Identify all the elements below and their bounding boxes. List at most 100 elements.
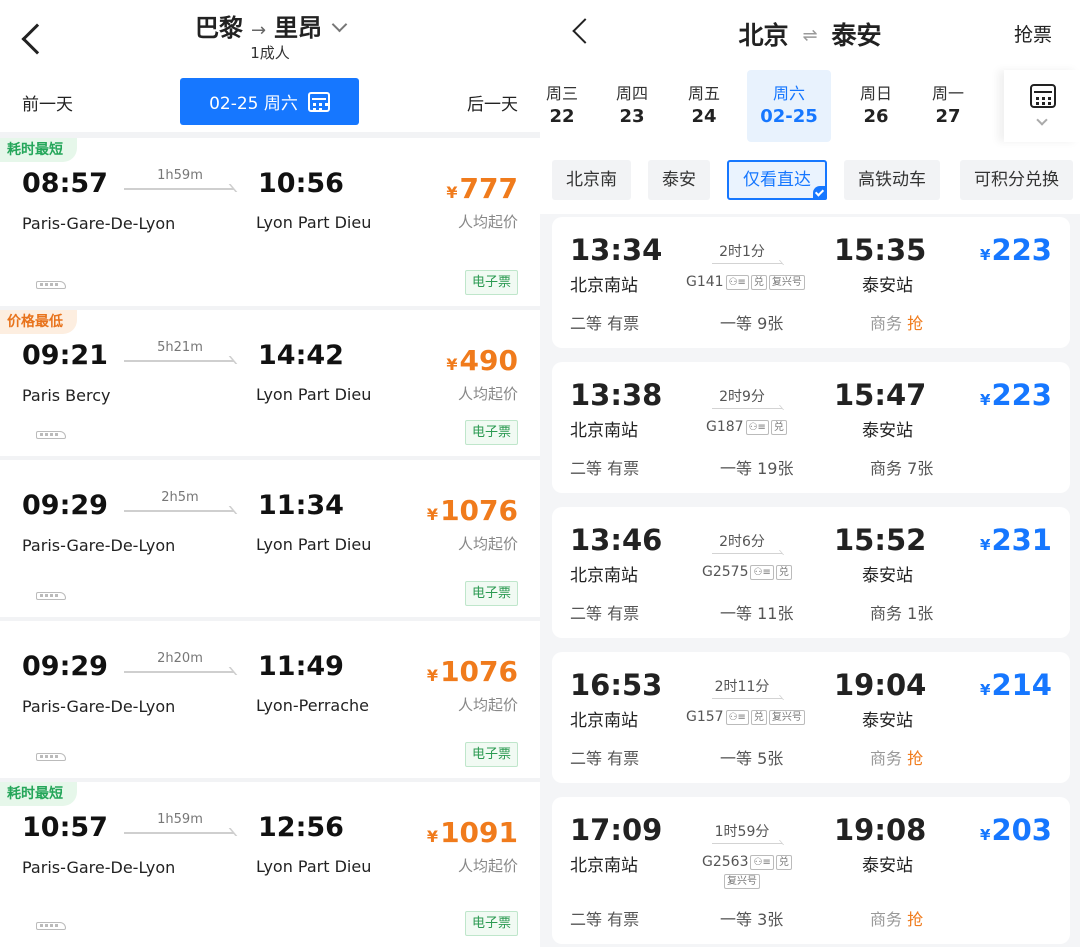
duration: 2时6分: [719, 534, 765, 550]
price-unit: 人均起价: [457, 696, 518, 714]
seat-availability: 9张: [757, 314, 784, 333]
price: ¥214: [980, 668, 1052, 702]
train-card[interactable]: 16:53 2时11分 19:04 ¥214 北京南站 泰安站 G157 ⚇≡ 兑复兴号 二等 有…: [552, 652, 1070, 783]
route-to: 里昂: [274, 14, 323, 42]
seat-availability: 7张: [907, 459, 934, 478]
seat-availability: 3张: [757, 910, 784, 929]
swap-icon[interactable]: ⇌: [802, 25, 817, 46]
train-card[interactable]: 耗时最短 10:57 1h59m 12:56 ¥1091 Paris-Gare-De-Ly…: [0, 782, 540, 947]
eticket-badge: 电子票: [464, 270, 518, 295]
seat-availability[interactable]: 抢: [907, 314, 923, 333]
train-card[interactable]: 09:29 2h20m 11:49 ¥1076 Paris-Gare-De-Lyon Ly…: [0, 621, 540, 778]
duration-arrow-icon: [712, 698, 782, 699]
price-value: 1076: [440, 655, 518, 688]
date-item[interactable]: 周一 27: [906, 70, 990, 142]
train-card[interactable]: 耗时最短 08:57 1h59m 10:56 ¥777 Paris-Gare-De-Lyo…: [0, 138, 540, 306]
departure-time: 16:53: [570, 668, 663, 702]
departure-time: 09:29: [22, 651, 108, 682]
business-class-seats: 商务 抢: [870, 310, 923, 334]
exchange-badge: 兑: [775, 564, 792, 580]
duration-arrow-icon: [124, 510, 234, 512]
first-class-seats: 一等 19张: [720, 455, 793, 479]
calendar-button[interactable]: [1004, 70, 1080, 142]
arrival-time: 11:34: [258, 490, 344, 521]
duration-arrow-icon: [124, 188, 234, 190]
seat-class: 商务: [870, 749, 908, 768]
duration: 2时9分: [719, 389, 765, 405]
train-card[interactable]: 13:38 2时9分 15:47 ¥223 北京南站 泰安站 G187 ⚇≡ 兑二等 有票 一等 …: [552, 362, 1070, 493]
currency-symbol: ¥: [426, 827, 439, 846]
filter-chip[interactable]: 高铁动车: [844, 160, 940, 200]
train-icon: [36, 281, 66, 289]
departure-station: Paris-Gare-De-Lyon: [22, 214, 176, 233]
date-item[interactable]: 周六 02-25: [747, 70, 831, 142]
next-day-button[interactable]: 后一天: [467, 90, 518, 115]
exchange-badge: 兑: [775, 854, 792, 870]
filter-chip[interactable]: 可积分兑换: [960, 160, 1073, 200]
price: ¥223: [980, 378, 1052, 412]
departure-station: Paris Bercy: [22, 386, 111, 405]
duration-arrow-icon: [124, 360, 234, 362]
arrival-station: Lyon-Perrache: [256, 696, 369, 715]
train-code: G2575 ⚇≡ 兑: [702, 564, 792, 580]
business-class-seats: 商务 抢: [870, 745, 923, 769]
calendar-icon: [307, 91, 330, 112]
business-class-seats: 商务 抢: [870, 906, 923, 930]
filter-chip[interactable]: 仅看直达: [727, 160, 827, 200]
seat-class: 商务: [870, 314, 908, 333]
seat-availability: 19张: [757, 459, 794, 478]
arrival-station: 泰安站: [862, 711, 913, 731]
price: ¥1076: [427, 494, 518, 527]
chevron-down-icon[interactable]: [331, 16, 348, 33]
departure-time: 13:38: [570, 378, 663, 412]
price-value: 490: [459, 344, 518, 377]
chevron-down-icon: [1036, 114, 1048, 126]
seat-availability: 有票: [607, 749, 640, 768]
filter-chip[interactable]: 北京南: [552, 160, 631, 200]
seat-availability: 有票: [607, 910, 640, 929]
train-number: G157: [686, 709, 724, 725]
eticket-badge: 电子票: [464, 420, 518, 445]
price-value: 777: [459, 172, 518, 205]
seat-availability[interactable]: 抢: [907, 910, 923, 929]
grab-ticket-button[interactable]: 抢票: [1014, 20, 1052, 47]
arrival-time: 15:52: [834, 523, 927, 557]
price: ¥1091: [427, 816, 518, 849]
departure-station: 北京南站: [570, 856, 638, 876]
duration-arrow-icon: [712, 553, 782, 554]
price: ¥1076: [427, 655, 518, 688]
seat-class: 一等: [720, 910, 758, 929]
first-class-seats: 一等 5张: [720, 745, 783, 769]
seat-availability[interactable]: 抢: [907, 749, 923, 768]
train-card[interactable]: 13:46 2时6分 15:52 ¥231 北京南站 泰安站 G2575 ⚇≡ 兑二等 有票 一等…: [552, 507, 1070, 638]
seat-class: 一等: [720, 749, 758, 768]
train-card[interactable]: 价格最低 09:21 5h21m 14:42 ¥490 Paris Bercy Lyon P…: [0, 310, 540, 456]
train-number: G2575: [702, 564, 749, 580]
fuxing-badge: 复兴号: [724, 874, 760, 889]
date-item[interactable]: 周五 24: [662, 70, 746, 142]
date-selector[interactable]: 02-25 周六: [180, 78, 359, 125]
price: ¥490: [446, 344, 518, 377]
currency-symbol: ¥: [980, 246, 991, 264]
seat-availability: 有票: [607, 459, 640, 478]
route-title[interactable]: 北京 ⇌ 泰安: [540, 16, 1080, 52]
arrival-time: 15:35: [834, 233, 927, 267]
seat-class: 商务: [870, 459, 908, 478]
currency-symbol: ¥: [980, 391, 991, 409]
train-card[interactable]: 13:34 2时1分 15:35 ¥223 北京南站 泰安站 G141 ⚇≡ 兑复兴号 二等 有票…: [552, 217, 1070, 348]
seat-class: 一等: [720, 459, 758, 478]
exchange-badge: 兑: [750, 709, 767, 725]
weekday: 周一: [931, 84, 964, 103]
train-card[interactable]: 09:29 2h5m 11:34 ¥1076 Paris-Gare-De-Lyon Lyo…: [0, 460, 540, 617]
departure-station: 北京南站: [570, 421, 638, 441]
seat-class: 二等: [570, 459, 608, 478]
prev-day-button[interactable]: 前一天: [22, 90, 73, 115]
price: ¥223: [980, 233, 1052, 267]
train-code: G141 ⚇≡ 兑复兴号: [686, 274, 805, 290]
route-title[interactable]: 巴黎 → 里昂: [0, 8, 540, 43]
currency-symbol: ¥: [980, 826, 991, 844]
filter-chip[interactable]: 泰安: [648, 160, 710, 200]
second-class-seats: 二等 有票: [570, 310, 639, 334]
train-card[interactable]: 17:09 1时59分 19:08 ¥203 北京南站 泰安站 G2563 ⚇≡ 兑复兴号 二等 …: [552, 797, 1070, 944]
right-panel: 北京 ⇌ 泰安 抢票 周三 22 周四 23 周五 24 周六 02-25 周日 26 周一 27 北京南…: [540, 0, 1080, 947]
